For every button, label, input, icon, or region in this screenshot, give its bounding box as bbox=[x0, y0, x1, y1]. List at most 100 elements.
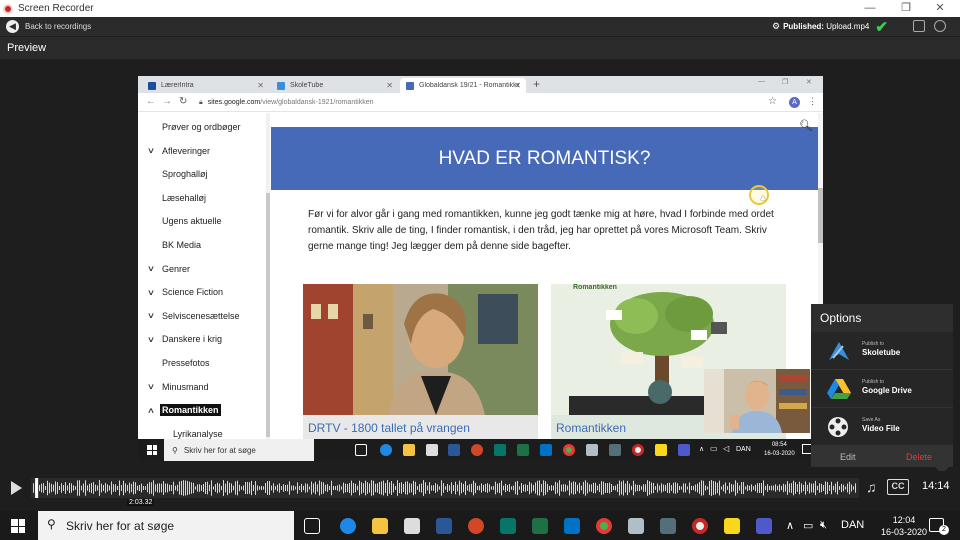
chrome-icon[interactable] bbox=[563, 444, 575, 456]
sidebar-item[interactable]: ∨ Danskere i krig bbox=[138, 329, 222, 349]
network-icon[interactable]: ▭ bbox=[803, 519, 813, 532]
chevron-up-icon[interactable]: ∧ bbox=[147, 406, 155, 415]
edit-button[interactable]: Edit bbox=[840, 452, 856, 462]
excel-icon[interactable] bbox=[517, 444, 529, 456]
waveform-scrubber[interactable] bbox=[31, 478, 859, 498]
chevron-down-icon[interactable]: ∨ bbox=[147, 335, 155, 344]
recorded-search-box[interactable]: ⚲ Skriv her for at søge bbox=[164, 439, 314, 461]
browser-close-icon[interactable]: ✕ bbox=[806, 78, 812, 86]
maximize-icon[interactable]: ❐ bbox=[889, 0, 923, 17]
forward-icon[interactable]: → bbox=[162, 96, 172, 107]
recorder-icon[interactable] bbox=[692, 518, 708, 534]
network-icon[interactable]: ▭ bbox=[710, 444, 718, 453]
bookmark-star-icon[interactable]: ☆ bbox=[768, 96, 777, 107]
publisher-icon[interactable] bbox=[500, 518, 516, 534]
task-view-icon[interactable] bbox=[355, 444, 367, 456]
account-avatar[interactable]: A bbox=[789, 97, 800, 108]
close-icon[interactable]: ✕ bbox=[923, 0, 957, 17]
recorded-clock[interactable]: 08:54 16-03-2020 bbox=[764, 441, 795, 459]
browser-minimize-icon[interactable]: — bbox=[758, 78, 765, 85]
teams-icon[interactable] bbox=[678, 444, 690, 456]
new-tab-icon[interactable]: + bbox=[533, 77, 540, 91]
publisher-icon[interactable] bbox=[494, 444, 506, 456]
store-icon[interactable] bbox=[426, 444, 438, 456]
sidebar-item[interactable]: Lyrikanalyse bbox=[138, 424, 223, 439]
tray-chevron-icon[interactable]: ∧ bbox=[786, 519, 794, 532]
tab-close-icon[interactable]: ✕ bbox=[386, 81, 393, 90]
chevron-down-icon[interactable]: ∨ bbox=[147, 288, 155, 297]
sidebar-item[interactable]: Pressefotos bbox=[138, 353, 210, 373]
teams-icon[interactable] bbox=[756, 518, 772, 534]
menu-kebab-icon[interactable]: ⋮ bbox=[808, 96, 817, 107]
sidebar-scrollbar[interactable] bbox=[266, 113, 270, 439]
tools-icon[interactable] bbox=[609, 444, 621, 456]
sidebar-item[interactable]: ∨ Genrer bbox=[138, 259, 190, 279]
card-title[interactable]: Romantikken bbox=[556, 421, 626, 435]
browser-tab[interactable]: SkoleTube ✕ bbox=[271, 78, 398, 93]
play-icon[interactable] bbox=[11, 481, 22, 495]
sidebar-item[interactable]: ∧ Romantikken bbox=[138, 400, 221, 420]
sidebar-item[interactable]: ∨ Selviscenesættelse bbox=[138, 306, 240, 326]
tray-chevron-icon[interactable]: ∧ bbox=[699, 445, 704, 453]
taskbar-clock[interactable]: 12:04 16-03-2020 bbox=[881, 514, 927, 538]
download-icon[interactable] bbox=[913, 20, 925, 32]
snipping-icon[interactable] bbox=[586, 444, 598, 456]
powerpoint-icon[interactable] bbox=[468, 518, 484, 534]
save-video-file-option[interactable]: Save As Video File bbox=[811, 408, 953, 446]
language-indicator[interactable]: DAN bbox=[736, 446, 751, 453]
sticky-notes-icon[interactable] bbox=[724, 518, 740, 534]
back-to-recordings-link[interactable]: Back to recordings bbox=[25, 22, 91, 31]
sidebar-item[interactable]: Sproghalløj bbox=[138, 164, 208, 184]
taskbar-search-box[interactable]: ⚲ Skriv her for at søge bbox=[38, 511, 294, 540]
edge-icon[interactable] bbox=[340, 518, 356, 534]
edge-icon[interactable] bbox=[380, 444, 392, 456]
sticky-notes-icon[interactable] bbox=[655, 444, 667, 456]
sidebar-item[interactable]: Læsehalløj bbox=[138, 188, 206, 208]
browser-tab-active[interactable]: Globaldansk 19/21 - Romantikke... ✕ bbox=[400, 78, 526, 93]
browser-maximize-icon[interactable]: ❐ bbox=[782, 78, 788, 86]
card-title[interactable]: DRTV - 1800 tallet på vrangen bbox=[308, 421, 470, 435]
file-explorer-icon[interactable] bbox=[403, 444, 415, 456]
windows-start-icon[interactable] bbox=[147, 445, 157, 455]
recorder-icon[interactable] bbox=[632, 444, 644, 456]
sidebar-item[interactable]: Prøver og ordbøger bbox=[138, 117, 241, 137]
captions-button[interactable]: CC bbox=[887, 479, 909, 495]
file-explorer-icon[interactable] bbox=[372, 518, 388, 534]
tab-close-icon[interactable]: ✕ bbox=[257, 81, 264, 90]
chevron-down-icon[interactable]: ∨ bbox=[147, 382, 155, 391]
word-icon[interactable] bbox=[448, 444, 460, 456]
delete-button[interactable]: Delete bbox=[906, 452, 932, 462]
volume-muted-icon[interactable]: 🔇︎ bbox=[820, 519, 827, 532]
browser-tab[interactable]: LærerIntra ✕ bbox=[142, 78, 269, 93]
published-status[interactable]: ⚙ Published: Upload.mp4 ✔ bbox=[772, 19, 888, 36]
language-indicator[interactable]: DAN bbox=[841, 519, 864, 531]
sidebar-item[interactable]: ∨ Minusmand bbox=[138, 377, 209, 397]
sidebar-item[interactable]: BK Media bbox=[138, 235, 201, 255]
store-icon[interactable] bbox=[404, 518, 420, 534]
chevron-down-icon[interactable]: ∨ bbox=[147, 311, 155, 320]
word-icon[interactable] bbox=[436, 518, 452, 534]
tools-icon[interactable] bbox=[660, 518, 676, 534]
publish-skoletube-option[interactable]: Publish to Skoletube bbox=[811, 332, 953, 370]
volume-icon[interactable]: ◁ bbox=[723, 444, 729, 453]
chevron-down-icon[interactable]: ∨ bbox=[147, 264, 155, 273]
outlook-icon[interactable] bbox=[540, 444, 552, 456]
snipping-icon[interactable] bbox=[628, 518, 644, 534]
history-icon[interactable] bbox=[934, 20, 946, 32]
minimize-icon[interactable]: — bbox=[853, 0, 887, 17]
url-field[interactable]: 🔒︎ sites.google.com/view/globaldansk-192… bbox=[196, 96, 786, 109]
excel-icon[interactable] bbox=[532, 518, 548, 534]
sidebar-item[interactable]: ∨ Science Fiction bbox=[138, 282, 223, 302]
chrome-icon[interactable] bbox=[596, 518, 612, 534]
tab-close-icon[interactable]: ✕ bbox=[514, 81, 521, 90]
powerpoint-icon[interactable] bbox=[471, 444, 483, 456]
back-icon[interactable]: ← bbox=[146, 96, 156, 107]
video-card[interactable]: DRTV - 1800 tallet på vrangen bbox=[303, 284, 538, 439]
task-view-icon[interactable] bbox=[304, 518, 320, 534]
sidebar-item[interactable]: ∨ Afleveringer bbox=[138, 141, 210, 161]
music-icon[interactable]: ♫ bbox=[866, 479, 877, 495]
sidebar-item[interactable]: Ugens aktuelle bbox=[138, 211, 222, 231]
reload-icon[interactable]: ↻ bbox=[179, 96, 187, 107]
search-icon[interactable]: 🔍︎ bbox=[799, 119, 813, 132]
windows-start-icon[interactable] bbox=[11, 519, 25, 533]
